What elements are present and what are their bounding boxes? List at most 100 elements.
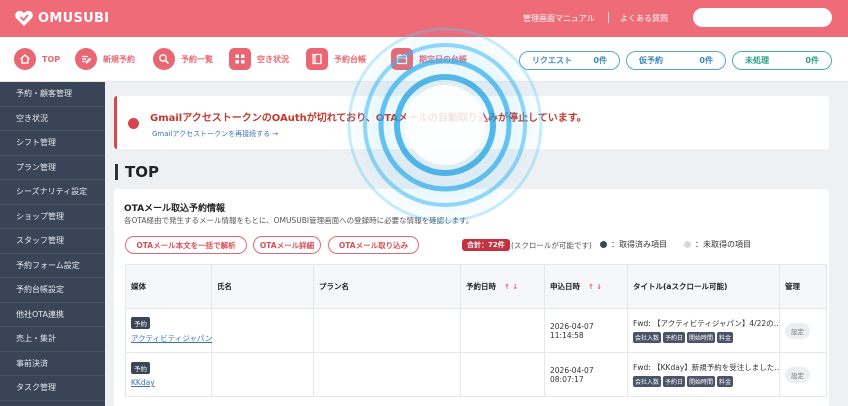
ota-mail-panel: OTAメール取込予約情報 各OTA経由で発生するメール情報をもとに、OMUSUB… xyxy=(114,189,829,406)
kind-badge: 予約 xyxy=(131,317,150,329)
main-content: GmailアクセストークンのOAuthが切れており、OTAメールの自動取り込みが… xyxy=(105,82,848,406)
admin-manual-link[interactable]: 管理画面マニュアル xyxy=(523,13,595,24)
nav-ledger[interactable]: 予約台帳 xyxy=(306,48,366,70)
bulk-parse-button[interactable]: OTAメール本文を一括で解析 xyxy=(125,236,247,254)
sidebar-item-seasonality[interactable]: シーズナリティ設定 xyxy=(0,180,105,205)
cell-title: Fwd: 【アクティビティジャパン】4/22の… 会社入数 予約日 開始時間 料… xyxy=(627,308,780,353)
cell-plan xyxy=(313,308,461,353)
sort-arrows-icon[interactable]: ↑ ↓ xyxy=(504,283,518,291)
calendar-icon xyxy=(391,48,413,70)
pill-label: リクエスト xyxy=(532,56,572,65)
faq-link[interactable]: よくある質問 xyxy=(620,13,668,24)
col-name: 氏名 xyxy=(211,264,314,309)
col-plan: プラン名 xyxy=(313,264,461,309)
col-manage: 管理 xyxy=(779,264,827,309)
ota-mail-import-button[interactable]: OTAメール取り込み xyxy=(328,236,419,254)
settings-button[interactable]: 設定 xyxy=(785,366,810,383)
cell-name xyxy=(211,352,314,397)
sidebar-item-staff[interactable]: スタッフ管理 xyxy=(0,229,105,254)
col-applied-date[interactable]: 申込日時 ↑ ↓ xyxy=(544,264,628,309)
cell-reserve-date xyxy=(460,308,545,353)
legend-acquired: ：取得済み項目 xyxy=(600,239,667,250)
heart-logo-icon xyxy=(15,10,33,26)
legend-dot-light-icon xyxy=(684,241,691,248)
brand-name: OMUSUBI xyxy=(38,10,110,26)
reconnect-link[interactable]: Gmailアクセストークンを再接続する → xyxy=(152,129,278,139)
col-label: 予約日時 xyxy=(466,282,496,291)
ota-mail-detail-button[interactable]: OTAメール詳細 xyxy=(253,236,321,254)
pill-count: 0件 xyxy=(699,56,713,65)
pill-label: 仮予約 xyxy=(639,56,663,65)
media-link[interactable]: アクティビティジャパン xyxy=(131,333,212,344)
field-tag: 会社入数 xyxy=(633,376,662,387)
cell-reserve-date xyxy=(460,352,545,397)
header-search-input[interactable] xyxy=(693,8,832,27)
table-row: 予約 KKday 2026-04-07 08:07:17 Fwd: 【KKday… xyxy=(125,352,827,397)
sidebar-item-shop[interactable]: ショップ管理 xyxy=(0,205,105,229)
search-icon xyxy=(153,48,175,70)
panel-title: OTAメール取込予約情報 xyxy=(124,204,226,214)
pill-label: 未処理 xyxy=(745,56,769,65)
nav-top[interactable]: TOP xyxy=(14,48,60,70)
top-header: OMUSUBI 管理画面マニュアル よくある質問 xyxy=(0,0,848,37)
nav-label: 空き状況 xyxy=(257,54,289,64)
alert-title: GmailアクセストークンのOAuthが切れており、OTAメールの自動取り込みが… xyxy=(150,113,587,124)
cell-applied: 2026-04-07 11:14:58 xyxy=(544,308,628,353)
cell-plan xyxy=(313,352,461,397)
settings-button[interactable]: 設定 xyxy=(785,322,810,339)
request-count-pill[interactable]: リクエスト 0件 xyxy=(519,51,620,70)
nav-label: 期定日の台帳 xyxy=(419,54,467,64)
cell-title: Fwd: 【KKday】新規予約を受注しました… 会社入数 予約日 開始時間 料… xyxy=(627,352,780,397)
sidebar-item-tasks[interactable]: タスク管理 xyxy=(0,376,105,401)
pill-count: 0件 xyxy=(805,56,819,65)
main-navbar: TOP 新規予約 予約一覧 空き状況 予約台帳 期定日の台帳 リクエスト 0件 xyxy=(0,37,848,82)
col-reserve-date[interactable]: 予約日時 ↑ ↓ xyxy=(460,264,545,309)
scroll-note: (スクロールが可能です) xyxy=(511,241,592,250)
pill-count: 0件 xyxy=(593,56,607,65)
cell-name xyxy=(211,308,314,353)
sidebar-item-prepayment[interactable]: 事前決済 xyxy=(0,352,105,376)
nav-reservation-list[interactable]: 予約一覧 xyxy=(153,48,213,70)
mail-subject: Fwd: 【KKday】新規予約を受注しました… xyxy=(633,363,779,372)
grid-icon xyxy=(229,48,251,70)
sidebar-item-shift[interactable]: シフト管理 xyxy=(0,131,105,156)
panel-description: 各OTA経由で発生するメール情報をもとに、OMUSUBI管理画面への登録時に必要… xyxy=(124,216,474,225)
tentative-count-pill[interactable]: 仮予約 0件 xyxy=(626,51,726,70)
mail-subject: Fwd: 【アクティビティジャパン】4/22の… xyxy=(633,319,779,328)
book-icon xyxy=(306,48,328,70)
sidebar-item-ledger-settings[interactable]: 予約台帳設定 xyxy=(0,278,105,303)
sidebar-item-sales[interactable]: 売上・集計 xyxy=(0,327,105,352)
sidebar-item-form-settings[interactable]: 予約フォーム設定 xyxy=(0,254,105,278)
sidebar-item-reservation-customer[interactable]: 予約・顧客管理 xyxy=(0,82,105,107)
nav-label: TOP xyxy=(42,54,61,64)
total-count-badge: 合計：72件 xyxy=(462,239,510,251)
nav-label: 予約台帳 xyxy=(334,54,366,64)
media-link[interactable]: KKday xyxy=(131,378,211,387)
sidebar-item-availability[interactable]: 空き状況 xyxy=(0,107,105,131)
field-tag: 料金 xyxy=(717,332,734,343)
nav-availability[interactable]: 空き状況 xyxy=(229,48,289,70)
oauth-alert: GmailアクセストークンのOAuthが切れており、OTAメールの自動取り込みが… xyxy=(114,96,829,149)
field-tag: 開始時間 xyxy=(687,376,716,387)
col-title: タイトル(aスクロール可能) xyxy=(627,264,780,309)
nav-label: 予約一覧 xyxy=(181,54,213,64)
nav-scheduled-ledger[interactable]: 期定日の台帳 xyxy=(391,48,467,70)
field-tag: 料金 xyxy=(717,376,734,387)
cell-media: 予約 アクティビティジャパン xyxy=(125,308,212,353)
nav-label: 新規予約 xyxy=(103,54,135,64)
table-header-row: 媒体 氏名 プラン名 予約日時 ↑ ↓ 申込日時 ↑ ↓ タイトル(aスクロール可能… xyxy=(125,264,827,309)
cell-manage: 設定 xyxy=(779,308,827,353)
page-title: TOP xyxy=(115,164,159,180)
brand-logo[interactable]: OMUSUBI xyxy=(14,8,109,28)
sidebar-item-plan[interactable]: プラン管理 xyxy=(0,156,105,180)
sidebar-item-ota[interactable]: 他社OTA連携 xyxy=(0,303,105,327)
field-tag: 予約日 xyxy=(663,376,686,387)
unprocessed-count-pill[interactable]: 未処理 0件 xyxy=(732,51,832,70)
legend-label: ：未取得の項目 xyxy=(695,240,751,249)
field-tag: 会社入数 xyxy=(633,332,662,343)
sort-arrows-icon[interactable]: ↑ ↓ xyxy=(588,283,602,291)
nav-new-reservation[interactable]: 新規予約 xyxy=(75,48,135,70)
legend-dot-dark-icon xyxy=(600,241,607,248)
field-tag: 開始時間 xyxy=(687,332,716,343)
edit-icon xyxy=(75,48,97,70)
